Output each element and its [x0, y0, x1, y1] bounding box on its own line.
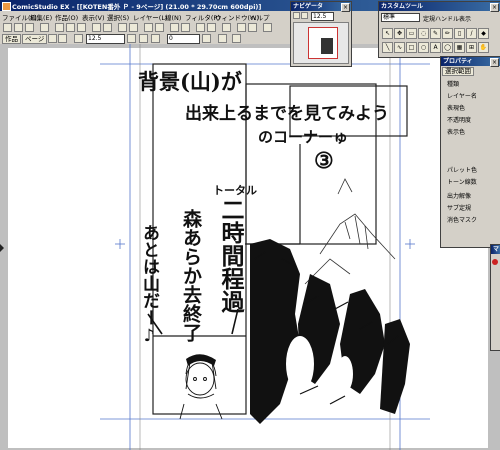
ruler-handle-button[interactable]: 定規ハンドル表示 [423, 14, 471, 23]
record-icon[interactable] [492, 259, 498, 265]
zoom-arrow-icon[interactable] [127, 34, 136, 43]
new-file-icon[interactable] [3, 23, 12, 32]
heading-line-1: 背景(山)が [138, 69, 242, 94]
curve-icon[interactable]: ∿ [394, 42, 405, 53]
angle-input[interactable]: 0 [167, 34, 200, 44]
text-icon[interactable] [196, 23, 205, 32]
navigator-window: ナビゲータ × 12.5 [290, 1, 352, 67]
angle-arrow-icon[interactable] [202, 34, 211, 43]
canvas-left-arrow-icon[interactable] [0, 244, 4, 252]
select-arrow-icon[interactable]: ↖ [382, 28, 393, 39]
property-row-output-resolution: 出力解像 [447, 193, 472, 200]
navigator-zoom-in-icon[interactable] [301, 12, 308, 19]
app-icon [2, 2, 11, 11]
brush-icon[interactable]: / [466, 28, 477, 39]
rotate-icon[interactable] [207, 23, 216, 32]
tab-page[interactable]: ページ [22, 34, 48, 44]
property-row-sub-ruler: サブ定規 [447, 205, 472, 212]
circled-number: ③ [314, 148, 334, 174]
property-window: プロパティ × 選択範囲 種類 レイヤー名 表現色 不透明度 表示色 パレット色… [440, 56, 500, 248]
tone-icon[interactable] [181, 23, 190, 32]
custom-tool-select[interactable]: 標準 [381, 13, 420, 22]
balloon-icon[interactable]: ◯ [442, 42, 453, 53]
line-icon[interactable]: ╲ [382, 42, 393, 53]
navigator-preview[interactable] [293, 22, 349, 64]
property-toggle-icon[interactable] [263, 23, 272, 32]
property-row-erase-mask: 消色マスク [447, 217, 478, 224]
custom-tool-close-icon[interactable]: × [490, 3, 499, 12]
navigator-thumb-art [321, 38, 333, 54]
ellipse-icon[interactable]: ○ [418, 42, 429, 53]
small-side-panel: マ [490, 244, 500, 351]
pencil-icon[interactable]: ✏ [442, 28, 453, 39]
navigator-zoom-input[interactable]: 12.5 [311, 12, 334, 21]
custom-tool-window: カスタムツール × 標準 定規ハンドル表示 ↖ ✥ ▭ ◌ ✎ ✏ ▯ / ◆ … [378, 1, 500, 58]
time-text: 二時間程過 [217, 198, 244, 313]
window-title: ComicStudio EX - [[KOTEN番外 Ｐ - 9ページ] (21… [12, 3, 262, 11]
hand-icon[interactable] [232, 34, 241, 43]
rest-text: あとは山だー♪ [139, 224, 159, 346]
page-next-icon[interactable] [58, 34, 67, 43]
eraser-icon[interactable]: ▯ [454, 28, 465, 39]
property-tab-selection[interactable]: 選択範囲 [442, 67, 474, 76]
navigator-zoom-out-icon[interactable] [293, 12, 300, 19]
property-row-color-mode: 表現色 [447, 105, 466, 112]
navigator-view-frame[interactable] [308, 27, 338, 59]
property-row-tone-lines: トーン線数 [447, 179, 477, 186]
fill-icon[interactable]: ◆ [478, 28, 489, 39]
property-close-icon[interactable]: × [490, 58, 499, 67]
zoom-in-icon[interactable] [118, 23, 127, 32]
heading-line-3: のコーナーゅ [258, 128, 349, 146]
save-icon[interactable] [25, 23, 34, 32]
open-folder-icon[interactable] [14, 23, 23, 32]
rectangle-icon[interactable]: □ [406, 42, 417, 53]
grid-icon[interactable] [144, 23, 153, 32]
rect-select-icon[interactable]: ▭ [406, 28, 417, 39]
pen-icon[interactable]: ✎ [430, 28, 441, 39]
reset-view-icon[interactable] [218, 34, 227, 43]
zoom-input[interactable]: 12.5 [86, 34, 125, 44]
lasso-icon[interactable]: ◌ [418, 28, 429, 39]
text-tool-icon[interactable]: A [430, 42, 441, 53]
property-row-opacity: 不透明度 [447, 117, 472, 124]
hand-tool-icon[interactable]: ✋ [478, 42, 489, 53]
zoom-out-icon[interactable] [129, 23, 138, 32]
redo-icon[interactable] [103, 23, 112, 32]
property-row-display-color: 表示色 [447, 129, 466, 136]
layer-icon[interactable] [170, 23, 179, 32]
print-icon[interactable] [40, 23, 49, 32]
heading-line-2: 出来上るまでを見てみよう [185, 104, 389, 124]
copy-icon[interactable] [66, 23, 75, 32]
navigator-close-icon[interactable]: × [341, 3, 350, 12]
total-label: トータル [213, 184, 257, 197]
rotate-right-icon[interactable] [151, 34, 160, 43]
cut-icon[interactable] [55, 23, 64, 32]
page-prev-icon[interactable] [48, 34, 57, 43]
property-row-type: 種類 [447, 81, 460, 88]
flip-icon[interactable] [222, 23, 231, 32]
ruler-tool-icon[interactable]: ⊞ [466, 42, 477, 53]
tab-work[interactable]: 作品 [2, 34, 21, 44]
small-panel-title: マ [491, 245, 500, 254]
tone-tool-icon[interactable]: ▦ [454, 42, 465, 53]
property-row-palette-color: パレット色 [447, 167, 478, 174]
fit-icon[interactable] [74, 34, 83, 43]
ruler-icon[interactable] [155, 23, 164, 32]
mori-text: 森あらか去終了 [180, 209, 202, 342]
undo-icon[interactable] [92, 23, 101, 32]
rotate-left-icon[interactable] [139, 34, 148, 43]
canvas-area[interactable]: 背景(山)が 出来上るまでを見てみよう のコーナーゅ ③ トータル 二時間程過 … [0, 44, 500, 450]
custom-tool-title: カスタムツール [379, 2, 500, 11]
tool-toggle-icon[interactable] [248, 23, 257, 32]
navigator-toggle-icon[interactable] [237, 23, 246, 32]
property-row-layer-name: レイヤー名 [447, 93, 477, 100]
move-icon[interactable]: ✥ [394, 28, 405, 39]
paste-icon[interactable] [77, 23, 86, 32]
